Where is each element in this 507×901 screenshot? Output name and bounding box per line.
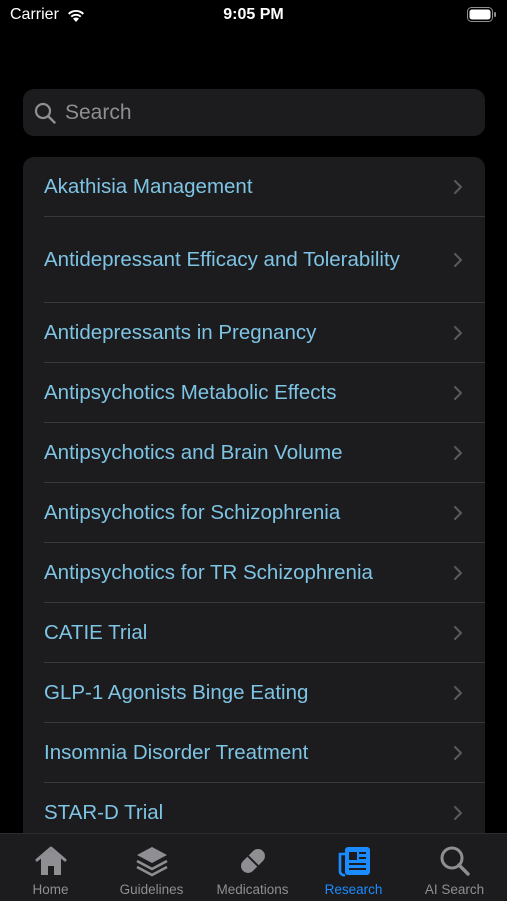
list-item-label: STAR-D Trial bbox=[44, 800, 164, 824]
list-item-label: Antipsychotics and Brain Volume bbox=[44, 440, 343, 464]
house-icon bbox=[35, 846, 66, 875]
list-item-label: Akathisia Management bbox=[44, 174, 253, 198]
list-item-label: Antipsychotics for TR Schizophrenia bbox=[44, 560, 373, 584]
list-item-label: Antidepressant Efficacy and Tolerability bbox=[44, 247, 400, 271]
tab-guidelines[interactable]: Guidelines bbox=[101, 834, 202, 901]
list-item-label: CATIE Trial bbox=[44, 620, 148, 644]
chevron-right-icon bbox=[454, 505, 462, 520]
search-input[interactable] bbox=[65, 100, 465, 125]
magnifier-icon bbox=[440, 846, 470, 876]
chevron-right-icon bbox=[454, 805, 462, 820]
stack-icon bbox=[135, 847, 168, 877]
list-item-label: Antipsychotics for Schizophrenia bbox=[44, 500, 341, 524]
list-item[interactable]: Antipsychotics Metabolic Effects bbox=[23, 363, 485, 422]
tab-label: AI Search bbox=[424, 882, 485, 897]
tab-ai-search[interactable]: AI Search bbox=[404, 834, 505, 901]
list-item[interactable]: Insomnia Disorder Treatment bbox=[23, 723, 485, 782]
battery-icon bbox=[467, 7, 496, 22]
chevron-right-icon bbox=[454, 325, 462, 340]
tab-research[interactable]: Research bbox=[303, 834, 404, 901]
chevron-right-icon bbox=[454, 625, 462, 640]
list-item[interactable]: Antipsychotics for Schizophrenia bbox=[23, 483, 485, 542]
tab-bar: Home Guidelines Medications Research AI … bbox=[0, 833, 507, 901]
tab-label: Medications bbox=[216, 882, 289, 897]
list-item[interactable]: Antidepressants in Pregnancy bbox=[23, 303, 485, 362]
list-item[interactable]: Antidepressant Efficacy and Tolerability bbox=[23, 217, 485, 302]
chevron-right-icon bbox=[454, 179, 462, 194]
list-item[interactable]: Antipsychotics for TR Schizophrenia bbox=[23, 543, 485, 602]
list-item[interactable]: GLP-1 Agonists Binge Eating bbox=[23, 663, 485, 722]
list-item-label: GLP-1 Agonists Binge Eating bbox=[44, 680, 309, 704]
list-item-label: Antidepressants in Pregnancy bbox=[44, 320, 317, 344]
tab-home[interactable]: Home bbox=[0, 834, 101, 901]
chevron-right-icon bbox=[454, 385, 462, 400]
search-bar[interactable] bbox=[23, 89, 485, 136]
chevron-right-icon bbox=[454, 565, 462, 580]
status-bar: Carrier 9:05 PM bbox=[0, 0, 507, 30]
tab-label: Home bbox=[32, 882, 69, 897]
tab-label: Guidelines bbox=[119, 882, 184, 897]
list-item[interactable]: CATIE Trial bbox=[23, 603, 485, 662]
search-icon bbox=[33, 101, 57, 125]
tab-medications[interactable]: Medications bbox=[202, 834, 303, 901]
list-item-label: Antipsychotics Metabolic Effects bbox=[44, 380, 337, 404]
research-list: Akathisia Management Antidepressant Effi… bbox=[23, 157, 485, 857]
pill-icon bbox=[240, 849, 265, 873]
chevron-right-icon bbox=[454, 745, 462, 760]
chevron-right-icon bbox=[454, 685, 462, 700]
newspaper-icon bbox=[338, 847, 370, 877]
clock: 9:05 PM bbox=[223, 6, 284, 23]
list-item[interactable]: Akathisia Management bbox=[23, 157, 485, 216]
tab-label: Research bbox=[324, 882, 383, 897]
list-item-label: Insomnia Disorder Treatment bbox=[44, 740, 309, 764]
chevron-right-icon bbox=[454, 252, 462, 267]
chevron-right-icon bbox=[454, 445, 462, 460]
list-item[interactable]: Antipsychotics and Brain Volume bbox=[23, 423, 485, 482]
